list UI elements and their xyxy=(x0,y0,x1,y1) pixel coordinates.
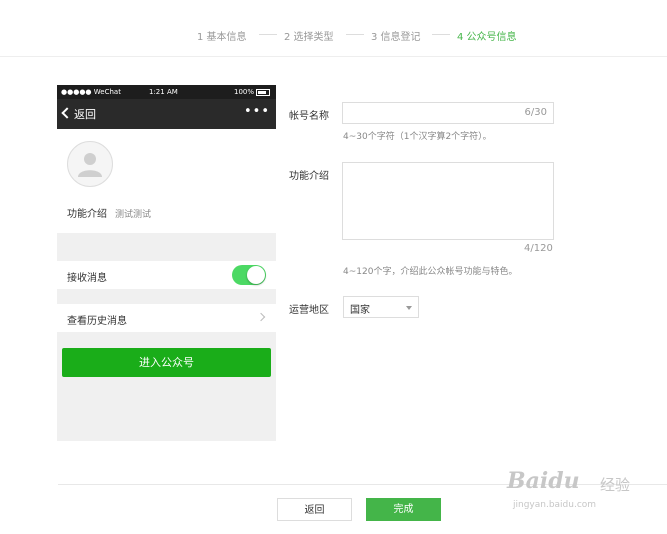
nav-back-label: 返回 xyxy=(74,108,96,121)
header-divider xyxy=(0,56,667,57)
done-button[interactable]: 完成 xyxy=(366,498,441,521)
step-divider xyxy=(346,34,364,35)
account-name-input[interactable]: 6/30 xyxy=(342,102,554,124)
back-button[interactable]: 返回 xyxy=(277,498,352,521)
intro-label: 功能介绍 xyxy=(67,209,107,220)
more-icon[interactable]: ••• xyxy=(244,104,270,119)
step-2: 2 选择类型 xyxy=(284,32,334,43)
step-divider xyxy=(259,34,277,35)
watermark-url: jingyan.baidu.com xyxy=(513,500,597,510)
chevron-right-icon xyxy=(256,312,266,322)
intro-hint: 4~120个字，介绍此公众帐号功能与特色。 xyxy=(343,267,518,277)
enter-account-button[interactable]: 进入公众号 xyxy=(62,348,271,377)
step-1: 1 基本信息 xyxy=(197,32,247,43)
step-divider xyxy=(432,34,450,35)
battery-icon xyxy=(256,89,270,96)
chevron-left-icon xyxy=(61,107,73,119)
receive-messages-toggle[interactable] xyxy=(232,265,266,285)
intro-counter: 4/120 xyxy=(524,243,553,254)
receive-messages-label: 接收消息 xyxy=(67,273,107,284)
account-name-counter: 6/30 xyxy=(524,107,547,118)
chevron-down-icon xyxy=(406,306,412,310)
battery-percent: 100% xyxy=(233,88,254,96)
profile-card: 功能介绍 测试测试 xyxy=(57,129,276,233)
phone-status-bar: ●●●●● WeChat 1:21 AM 100% xyxy=(57,85,276,99)
intro-textarea[interactable] xyxy=(342,162,554,240)
phone-preview: ●●●●● WeChat 1:21 AM 100% 返回 ••• 功能介绍 测试测… xyxy=(57,85,276,441)
phone-nav-bar: 返回 ••• xyxy=(57,99,276,129)
carrier-text: ●●●●● WeChat xyxy=(61,88,121,96)
status-time: 1:21 AM xyxy=(149,88,178,96)
intro-line: 功能介绍 测试测试 xyxy=(67,205,151,220)
history-messages-row[interactable]: 查看历史消息 xyxy=(57,304,276,332)
step-4-active: 4 公众号信息 xyxy=(457,32,517,43)
step-indicator: 1 基本信息 2 选择类型 3 信息登记 4 公众号信息 xyxy=(0,28,667,43)
toggle-knob xyxy=(247,266,265,284)
receive-messages-row: 接收消息 xyxy=(57,261,276,289)
watermark-suffix: 经验 xyxy=(600,476,631,494)
region-label: 运营地区 xyxy=(289,305,329,316)
intro-value: 测试测试 xyxy=(115,210,152,220)
watermark-brand: Baidu xyxy=(507,468,580,494)
region-value: 国家 xyxy=(350,305,370,316)
user-icon xyxy=(78,153,102,177)
baidu-watermark: Baidu 经验 jingyan.baidu.com xyxy=(507,466,657,526)
region-select[interactable]: 国家 xyxy=(343,296,419,318)
history-messages-label: 查看历史消息 xyxy=(67,316,127,327)
step-3: 3 信息登记 xyxy=(371,32,421,43)
avatar xyxy=(67,141,113,187)
account-name-hint: 4~30个字符（1个汉字算2个字符）。 xyxy=(343,132,492,142)
nav-back-button[interactable]: 返回 xyxy=(61,106,96,122)
account-name-label: 帐号名称 xyxy=(289,111,329,122)
intro-field-label: 功能介绍 xyxy=(289,171,329,182)
